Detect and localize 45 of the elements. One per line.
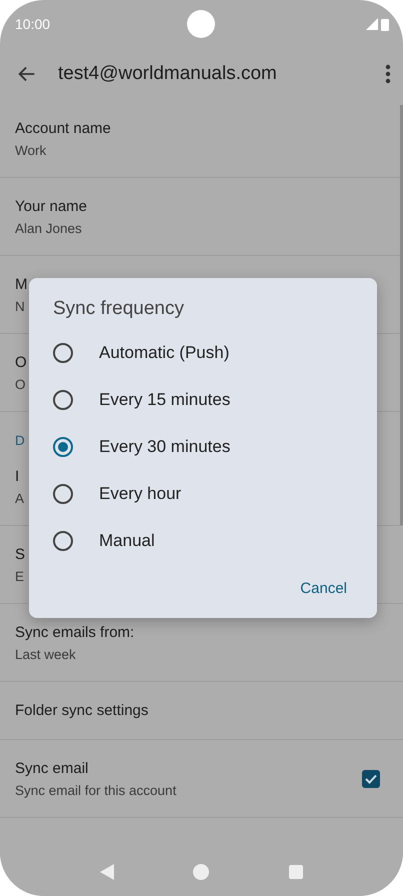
item-value: E — [15, 568, 24, 584]
option-label: Every 30 minutes — [99, 436, 230, 456]
item-value: Last week — [15, 646, 76, 662]
item-title: Folder sync settings — [15, 702, 148, 719]
item-title: Account name — [15, 120, 111, 136]
radio-option[interactable]: Every 30 minutes — [29, 423, 377, 470]
option-label: Automatic (Push) — [99, 342, 230, 362]
radio-button[interactable] — [53, 436, 73, 456]
more-options-icon[interactable] — [385, 64, 391, 84]
item-value: Work — [15, 142, 46, 158]
radio-button[interactable] — [53, 342, 73, 362]
battery-icon — [381, 18, 389, 30]
radio-button[interactable] — [53, 390, 73, 410]
settings-item[interactable]: Sync email Sync email for this account — [0, 740, 403, 818]
item-value: A — [15, 490, 24, 506]
option-label: Every 15 minutes — [99, 390, 230, 410]
account-title: test4@worldmanuals.com — [58, 63, 278, 85]
item-title: Your name — [15, 198, 87, 214]
item-title: O — [15, 354, 27, 370]
camera-cutout — [187, 10, 215, 38]
checkmark-icon — [365, 774, 377, 784]
item-title: M — [15, 276, 28, 292]
radio-option[interactable]: Every hour — [29, 470, 377, 517]
status-time: 10:00 — [15, 16, 50, 32]
checkbox[interactable] — [362, 770, 380, 788]
signal-icon — [366, 18, 378, 30]
radio-option[interactable]: Every 15 minutes — [29, 376, 377, 423]
item-title: I — [15, 468, 20, 484]
item-title: Sync email — [15, 760, 88, 776]
item-title: S — [15, 546, 26, 562]
radio-button[interactable] — [53, 530, 73, 550]
item-value: N — [15, 298, 25, 314]
section-header: D — [15, 433, 25, 448]
radio-button[interactable] — [53, 484, 73, 504]
radio-option[interactable]: Manual — [29, 517, 377, 564]
option-label: Manual — [99, 530, 155, 550]
radio-option[interactable]: Automatic (Push) — [29, 329, 377, 376]
item-value: Alan Jones — [15, 220, 82, 236]
item-title: Sync emails from: — [15, 624, 134, 640]
option-label: Every hour — [99, 484, 182, 504]
item-value: Sync email for this account — [15, 782, 176, 798]
dialog-title: Sync frequency — [52, 298, 185, 320]
settings-item[interactable]: Folder sync settings — [0, 682, 403, 740]
cancel-button[interactable]: Cancel — [290, 574, 357, 603]
item-value: O — [15, 376, 26, 392]
